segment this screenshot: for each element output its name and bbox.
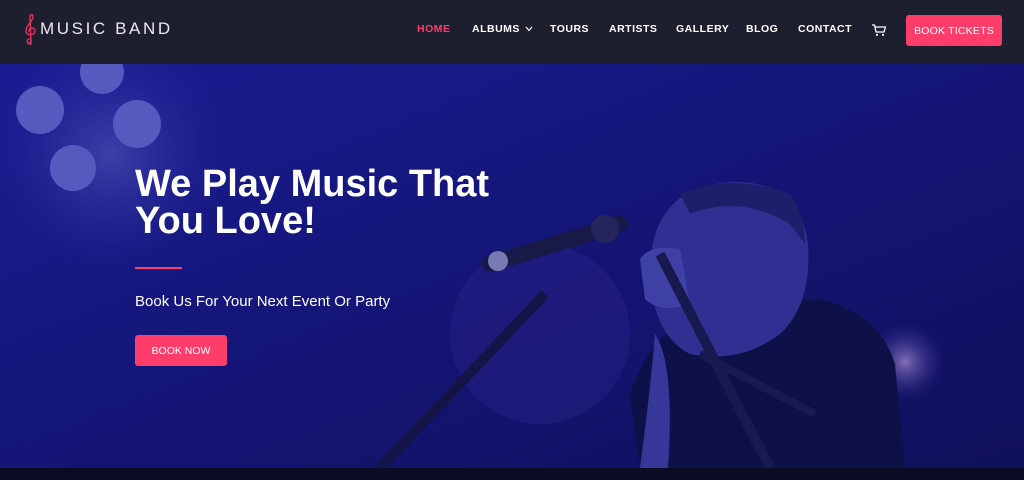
nav-home[interactable]: HOME <box>417 23 451 35</box>
nav-albums[interactable]: ALBUMS <box>472 23 533 35</box>
nav-artists[interactable]: ARTISTS <box>609 23 657 35</box>
hero-title: We Play Music That You Love! <box>135 163 490 242</box>
nav-albums-label: ALBUMS <box>472 23 520 35</box>
treble-clef-icon <box>25 14 36 45</box>
nav-tours[interactable]: TOURS <box>550 23 589 35</box>
logo-text: MUSIC BAND <box>40 19 173 38</box>
title-accent-divider <box>135 267 182 269</box>
hero-background-photo <box>0 64 1024 468</box>
nav-contact[interactable]: CONTACT <box>798 23 852 35</box>
chevron-down-icon <box>525 26 533 32</box>
site-header: MUSIC BAND HOME ALBUMS TOURS ARTISTS GAL… <box>0 0 1024 64</box>
nav-blog[interactable]: BLOG <box>746 23 778 35</box>
hero-subtitle: Book Us For Your Next Event Or Party <box>135 293 391 310</box>
nav-gallery[interactable]: GALLERY <box>676 23 729 35</box>
cart-icon[interactable] <box>871 23 887 37</box>
book-now-button[interactable]: BOOK NOW <box>135 335 227 366</box>
logo[interactable]: MUSIC BAND <box>22 12 173 46</box>
book-tickets-button[interactable]: BOOK TICKETS <box>906 15 1002 46</box>
hero-section <box>0 64 1024 468</box>
bottom-strip <box>0 468 1024 480</box>
